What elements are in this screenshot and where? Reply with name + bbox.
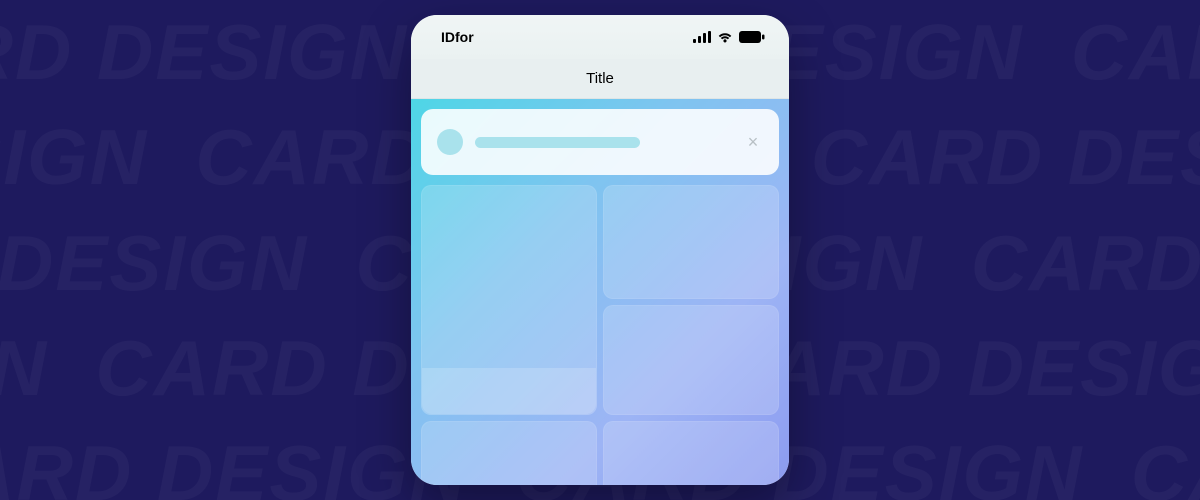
status-bar: IDfor [411, 15, 789, 59]
content-area: × [411, 99, 789, 485]
nav-bar: Title [411, 59, 789, 99]
wifi-icon [717, 31, 733, 43]
page-title: Title [586, 70, 614, 87]
card-tile[interactable] [603, 305, 779, 415]
device-frame: IDfor Title × [411, 15, 789, 485]
close-icon[interactable]: × [743, 132, 763, 152]
cellular-icon [693, 31, 711, 43]
card-tile[interactable] [603, 185, 779, 299]
status-icons [693, 31, 765, 43]
card-tile[interactable] [603, 421, 779, 485]
card-grid [421, 185, 779, 475]
tile-footer [422, 368, 596, 414]
battery-icon [739, 31, 765, 43]
card-tile[interactable] [421, 185, 597, 415]
carrier-label: IDfor [441, 29, 474, 45]
card-tile[interactable] [421, 421, 597, 485]
text-placeholder [475, 137, 640, 148]
avatar-placeholder [437, 129, 463, 155]
search-card[interactable]: × [421, 109, 779, 175]
